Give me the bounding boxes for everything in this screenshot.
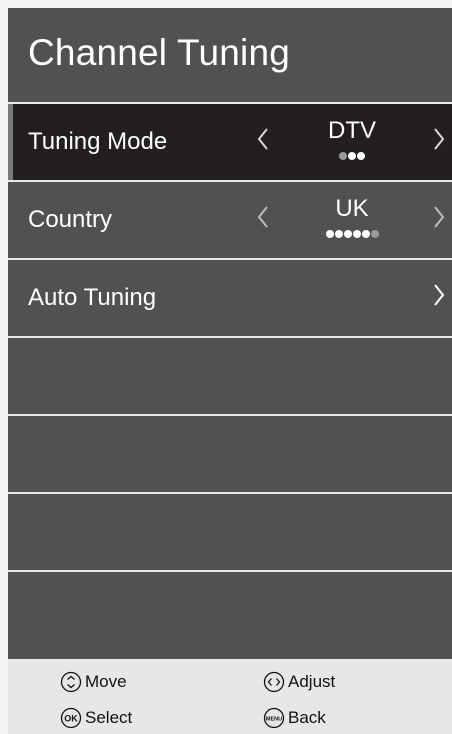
option-dot — [361, 230, 370, 238]
page-title: Channel Tuning — [28, 32, 290, 73]
country-value: UK — [314, 194, 390, 238]
menu-row-country[interactable]: Country UK — [8, 182, 452, 260]
option-dot — [339, 152, 347, 160]
option-dot — [334, 230, 343, 238]
title-bar: Channel Tuning — [8, 8, 452, 104]
hint-select-label: Select — [85, 708, 133, 727]
chevron-right-icon[interactable] — [432, 282, 446, 308]
hint-adjust-label: Adjust — [288, 672, 336, 691]
chevron-left-icon[interactable] — [256, 204, 270, 230]
hint-back: MENU Back — [263, 707, 326, 729]
country-label: Country — [28, 206, 113, 233]
option-dot — [370, 230, 379, 238]
empty-row — [8, 338, 452, 416]
option-dot — [348, 152, 356, 160]
auto-tuning-label: Auto Tuning — [28, 284, 157, 311]
option-dots — [314, 147, 390, 160]
hint-back-label: Back — [288, 708, 326, 727]
ok-icon-text: OK — [64, 714, 78, 724]
tuning-mode-value: DTV — [314, 116, 390, 160]
empty-row — [8, 494, 452, 572]
option-dot — [352, 230, 361, 238]
channel-tuning-panel: Channel Tuning Tuning Mode DTV Country U… — [8, 8, 452, 734]
option-dot — [325, 230, 334, 238]
hint-move: Move — [60, 671, 127, 693]
hint-move-label: Move — [85, 672, 127, 691]
tuning-mode-value-text: DTV — [328, 117, 376, 144]
hint-adjust: Adjust — [263, 671, 335, 693]
option-dot — [343, 230, 352, 238]
left-right-icon — [263, 671, 285, 693]
option-dot — [357, 152, 365, 160]
key-hint-bar: Move Adjust OK Select MENU Back — [8, 659, 452, 734]
option-dots — [314, 225, 390, 238]
empty-row — [8, 572, 452, 659]
menu-button-icon: MENU — [263, 707, 285, 729]
up-down-icon — [60, 671, 82, 693]
ok-button-icon: OK — [60, 707, 82, 729]
country-value-text: UK — [335, 195, 369, 222]
chevron-left-icon[interactable] — [256, 126, 270, 152]
menu-row-auto-tuning[interactable]: Auto Tuning — [8, 260, 452, 338]
menu-icon-text: MENU — [266, 717, 282, 723]
chevron-right-icon[interactable] — [432, 204, 446, 230]
menu-row-tuning-mode[interactable]: Tuning Mode DTV — [8, 104, 452, 182]
chevron-right-icon[interactable] — [432, 126, 446, 152]
tuning-mode-label: Tuning Mode — [28, 128, 168, 155]
hint-select: OK Select — [60, 707, 132, 729]
empty-row — [8, 416, 452, 494]
selection-indicator — [8, 104, 13, 180]
